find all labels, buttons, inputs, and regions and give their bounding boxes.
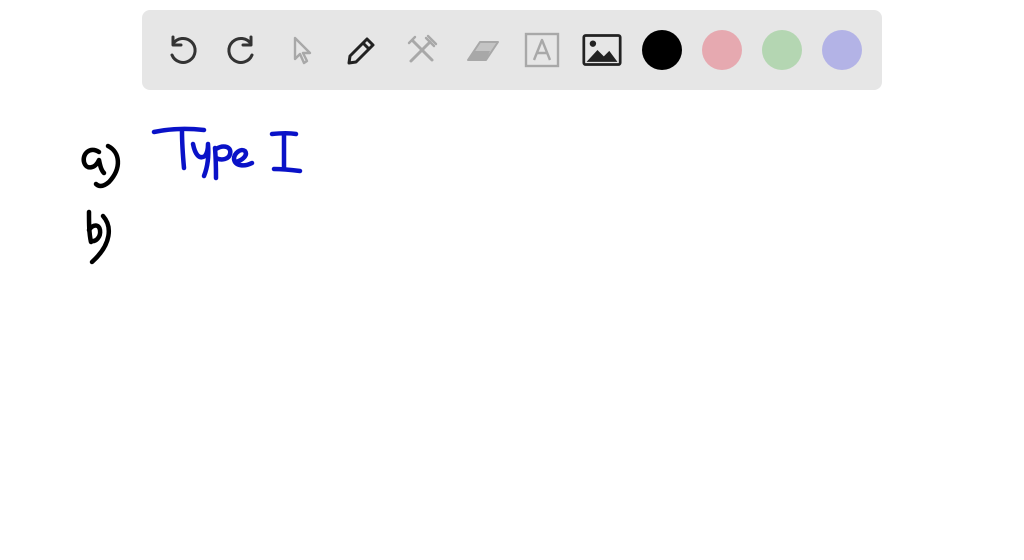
handwritten-label-a	[81, 143, 121, 189]
whiteboard-app	[0, 0, 1024, 560]
pencil-icon	[347, 37, 375, 65]
image-icon	[582, 34, 622, 66]
undo-icon	[170, 35, 197, 64]
ink-layer	[81, 126, 303, 265]
redo-icon	[227, 35, 254, 64]
tools-button[interactable]	[402, 30, 442, 70]
image-button[interactable]	[582, 30, 622, 70]
select-button[interactable]	[282, 30, 322, 70]
swatch-lavender	[822, 30, 862, 70]
color-swatch-green[interactable]	[762, 30, 802, 70]
swatch-green	[762, 30, 802, 70]
redo-button[interactable]	[222, 30, 262, 70]
eraser-icon	[467, 41, 499, 61]
text-button[interactable]	[522, 30, 562, 70]
color-swatch-black[interactable]	[642, 30, 682, 70]
eraser-button[interactable]	[462, 30, 502, 70]
undo-button[interactable]	[162, 30, 202, 70]
text-icon	[524, 32, 560, 68]
pen-button[interactable]	[342, 30, 382, 70]
color-swatch-lavender[interactable]	[822, 30, 862, 70]
handwritten-label-b	[86, 209, 111, 265]
toolbar	[142, 10, 882, 90]
swatch-pink	[702, 30, 742, 70]
handwritten-answer-type-i	[151, 126, 303, 181]
cursor-icon	[293, 36, 312, 65]
color-swatch-pink[interactable]	[702, 30, 742, 70]
drawing-canvas[interactable]	[0, 100, 1024, 560]
tools-icon	[407, 34, 438, 63]
swatch-black	[642, 30, 682, 70]
